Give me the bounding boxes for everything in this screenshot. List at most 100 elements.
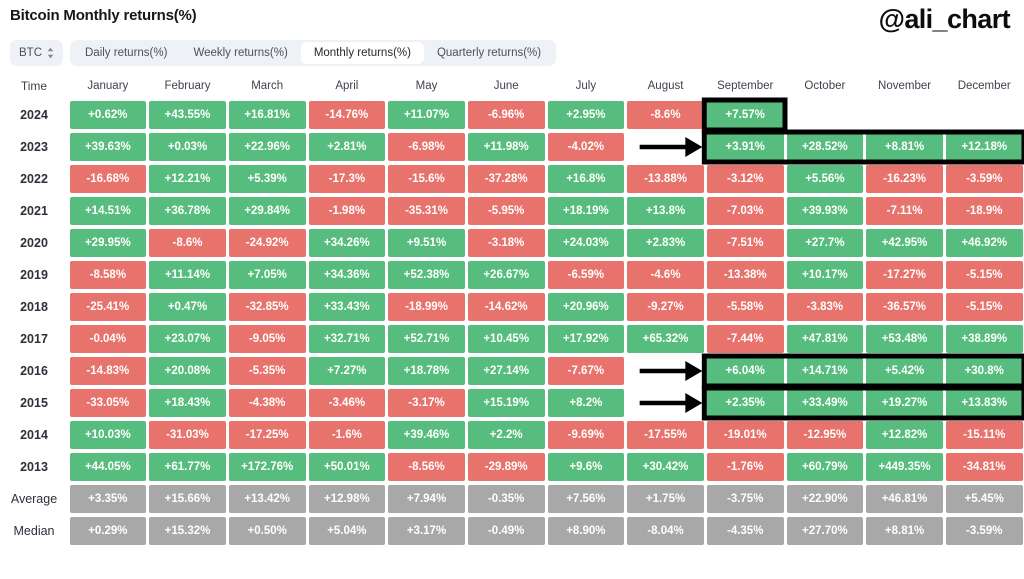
cell-2021-december[interactable]: -18.9%	[944, 195, 1024, 227]
cell-2018-april[interactable]: +33.43%	[307, 291, 387, 323]
cell-2016-july[interactable]: -7.67%	[546, 355, 626, 387]
cell-2015-march[interactable]: -4.38%	[227, 387, 307, 419]
cell-median-january[interactable]: +0.29%	[68, 515, 148, 547]
cell-2018-july[interactable]: +20.96%	[546, 291, 626, 323]
cell-2022-april[interactable]: -17.3%	[307, 163, 387, 195]
cell-2018-january[interactable]: -25.41%	[68, 291, 148, 323]
cell-average-december[interactable]: +5.45%	[944, 483, 1024, 515]
cell-average-may[interactable]: +7.94%	[387, 483, 467, 515]
cell-2018-may[interactable]: -18.99%	[387, 291, 467, 323]
cell-median-may[interactable]: +3.17%	[387, 515, 467, 547]
cell-2022-may[interactable]: -15.6%	[387, 163, 467, 195]
tab-weekly[interactable]: Weekly returns(%)	[180, 42, 300, 64]
cell-2016-august[interactable]	[626, 355, 706, 387]
cell-2016-november[interactable]: +5.42%	[865, 355, 945, 387]
cell-2022-november[interactable]: -16.23%	[865, 163, 945, 195]
cell-2023-january[interactable]: +39.63%	[68, 131, 148, 163]
cell-average-june[interactable]: -0.35%	[466, 483, 546, 515]
cell-2024-september[interactable]: +7.57%	[705, 99, 785, 131]
cell-2022-september[interactable]: -3.12%	[705, 163, 785, 195]
cell-2022-july[interactable]: +16.8%	[546, 163, 626, 195]
cell-2022-march[interactable]: +5.39%	[227, 163, 307, 195]
tab-daily[interactable]: Daily returns(%)	[72, 42, 180, 64]
cell-2024-october[interactable]	[785, 99, 865, 131]
cell-2016-may[interactable]: +18.78%	[387, 355, 467, 387]
cell-2015-february[interactable]: +18.43%	[148, 387, 228, 419]
cell-average-november[interactable]: +46.81%	[865, 483, 945, 515]
cell-2017-september[interactable]: -7.44%	[705, 323, 785, 355]
cell-2015-january[interactable]: -33.05%	[68, 387, 148, 419]
cell-2023-october[interactable]: +28.52%	[785, 131, 865, 163]
cell-2014-january[interactable]: +10.03%	[68, 419, 148, 451]
cell-average-october[interactable]: +22.90%	[785, 483, 865, 515]
cell-2014-march[interactable]: -17.25%	[227, 419, 307, 451]
cell-2013-october[interactable]: +60.79%	[785, 451, 865, 483]
cell-2013-june[interactable]: -29.89%	[466, 451, 546, 483]
cell-average-march[interactable]: +13.42%	[227, 483, 307, 515]
cell-2015-november[interactable]: +19.27%	[865, 387, 945, 419]
cell-2022-january[interactable]: -16.68%	[68, 163, 148, 195]
cell-2021-february[interactable]: +36.78%	[148, 195, 228, 227]
cell-median-december[interactable]: -3.59%	[944, 515, 1024, 547]
cell-2021-june[interactable]: -5.95%	[466, 195, 546, 227]
cell-2017-february[interactable]: +23.07%	[148, 323, 228, 355]
cell-2021-november[interactable]: -7.11%	[865, 195, 945, 227]
cell-2013-april[interactable]: +50.01%	[307, 451, 387, 483]
cell-2020-october[interactable]: +27.7%	[785, 227, 865, 259]
asset-selector[interactable]: BTC	[10, 40, 63, 66]
cell-2017-october[interactable]: +47.81%	[785, 323, 865, 355]
cell-2014-april[interactable]: -1.6%	[307, 419, 387, 451]
tab-monthly[interactable]: Monthly returns(%)	[301, 42, 424, 64]
cell-median-march[interactable]: +0.50%	[227, 515, 307, 547]
cell-average-january[interactable]: +3.35%	[68, 483, 148, 515]
cell-2024-august[interactable]: -8.6%	[626, 99, 706, 131]
cell-2017-january[interactable]: -0.04%	[68, 323, 148, 355]
cell-2013-january[interactable]: +44.05%	[68, 451, 148, 483]
cell-2013-may[interactable]: -8.56%	[387, 451, 467, 483]
cell-median-february[interactable]: +15.32%	[148, 515, 228, 547]
cell-2015-december[interactable]: +13.83%	[944, 387, 1024, 419]
cell-median-june[interactable]: -0.49%	[466, 515, 546, 547]
cell-2016-october[interactable]: +14.71%	[785, 355, 865, 387]
cell-2019-november[interactable]: -17.27%	[865, 259, 945, 291]
cell-2021-march[interactable]: +29.84%	[227, 195, 307, 227]
cell-2019-may[interactable]: +52.38%	[387, 259, 467, 291]
cell-2019-january[interactable]: -8.58%	[68, 259, 148, 291]
cell-2019-december[interactable]: -5.15%	[944, 259, 1024, 291]
cell-2014-november[interactable]: +12.82%	[865, 419, 945, 451]
cell-2016-april[interactable]: +7.27%	[307, 355, 387, 387]
cell-2020-march[interactable]: -24.92%	[227, 227, 307, 259]
cell-2022-june[interactable]: -37.28%	[466, 163, 546, 195]
cell-2023-november[interactable]: +8.81%	[865, 131, 945, 163]
cell-2023-june[interactable]: +11.98%	[466, 131, 546, 163]
cell-2019-june[interactable]: +26.67%	[466, 259, 546, 291]
cell-2024-june[interactable]: -6.96%	[466, 99, 546, 131]
tab-quarterly[interactable]: Quarterly returns(%)	[424, 42, 554, 64]
cell-2017-march[interactable]: -9.05%	[227, 323, 307, 355]
cell-median-september[interactable]: -4.35%	[705, 515, 785, 547]
cell-2017-may[interactable]: +52.71%	[387, 323, 467, 355]
cell-2014-february[interactable]: -31.03%	[148, 419, 228, 451]
cell-2021-january[interactable]: +14.51%	[68, 195, 148, 227]
cell-2018-december[interactable]: -5.15%	[944, 291, 1024, 323]
cell-2016-march[interactable]: -5.35%	[227, 355, 307, 387]
cell-2021-september[interactable]: -7.03%	[705, 195, 785, 227]
cell-2016-december[interactable]: +30.8%	[944, 355, 1024, 387]
cell-2022-october[interactable]: +5.56%	[785, 163, 865, 195]
cell-2020-january[interactable]: +29.95%	[68, 227, 148, 259]
cell-2024-july[interactable]: +2.95%	[546, 99, 626, 131]
cell-2014-may[interactable]: +39.46%	[387, 419, 467, 451]
cell-2019-september[interactable]: -13.38%	[705, 259, 785, 291]
cell-2013-february[interactable]: +61.77%	[148, 451, 228, 483]
cell-2023-february[interactable]: +0.03%	[148, 131, 228, 163]
cell-2020-february[interactable]: -8.6%	[148, 227, 228, 259]
cell-2021-october[interactable]: +39.93%	[785, 195, 865, 227]
cell-2014-june[interactable]: +2.2%	[466, 419, 546, 451]
cell-2020-december[interactable]: +46.92%	[944, 227, 1024, 259]
cell-median-october[interactable]: +27.70%	[785, 515, 865, 547]
cell-median-august[interactable]: -8.04%	[626, 515, 706, 547]
cell-2015-april[interactable]: -3.46%	[307, 387, 387, 419]
cell-2017-november[interactable]: +53.48%	[865, 323, 945, 355]
cell-average-september[interactable]: -3.75%	[705, 483, 785, 515]
cell-2018-august[interactable]: -9.27%	[626, 291, 706, 323]
